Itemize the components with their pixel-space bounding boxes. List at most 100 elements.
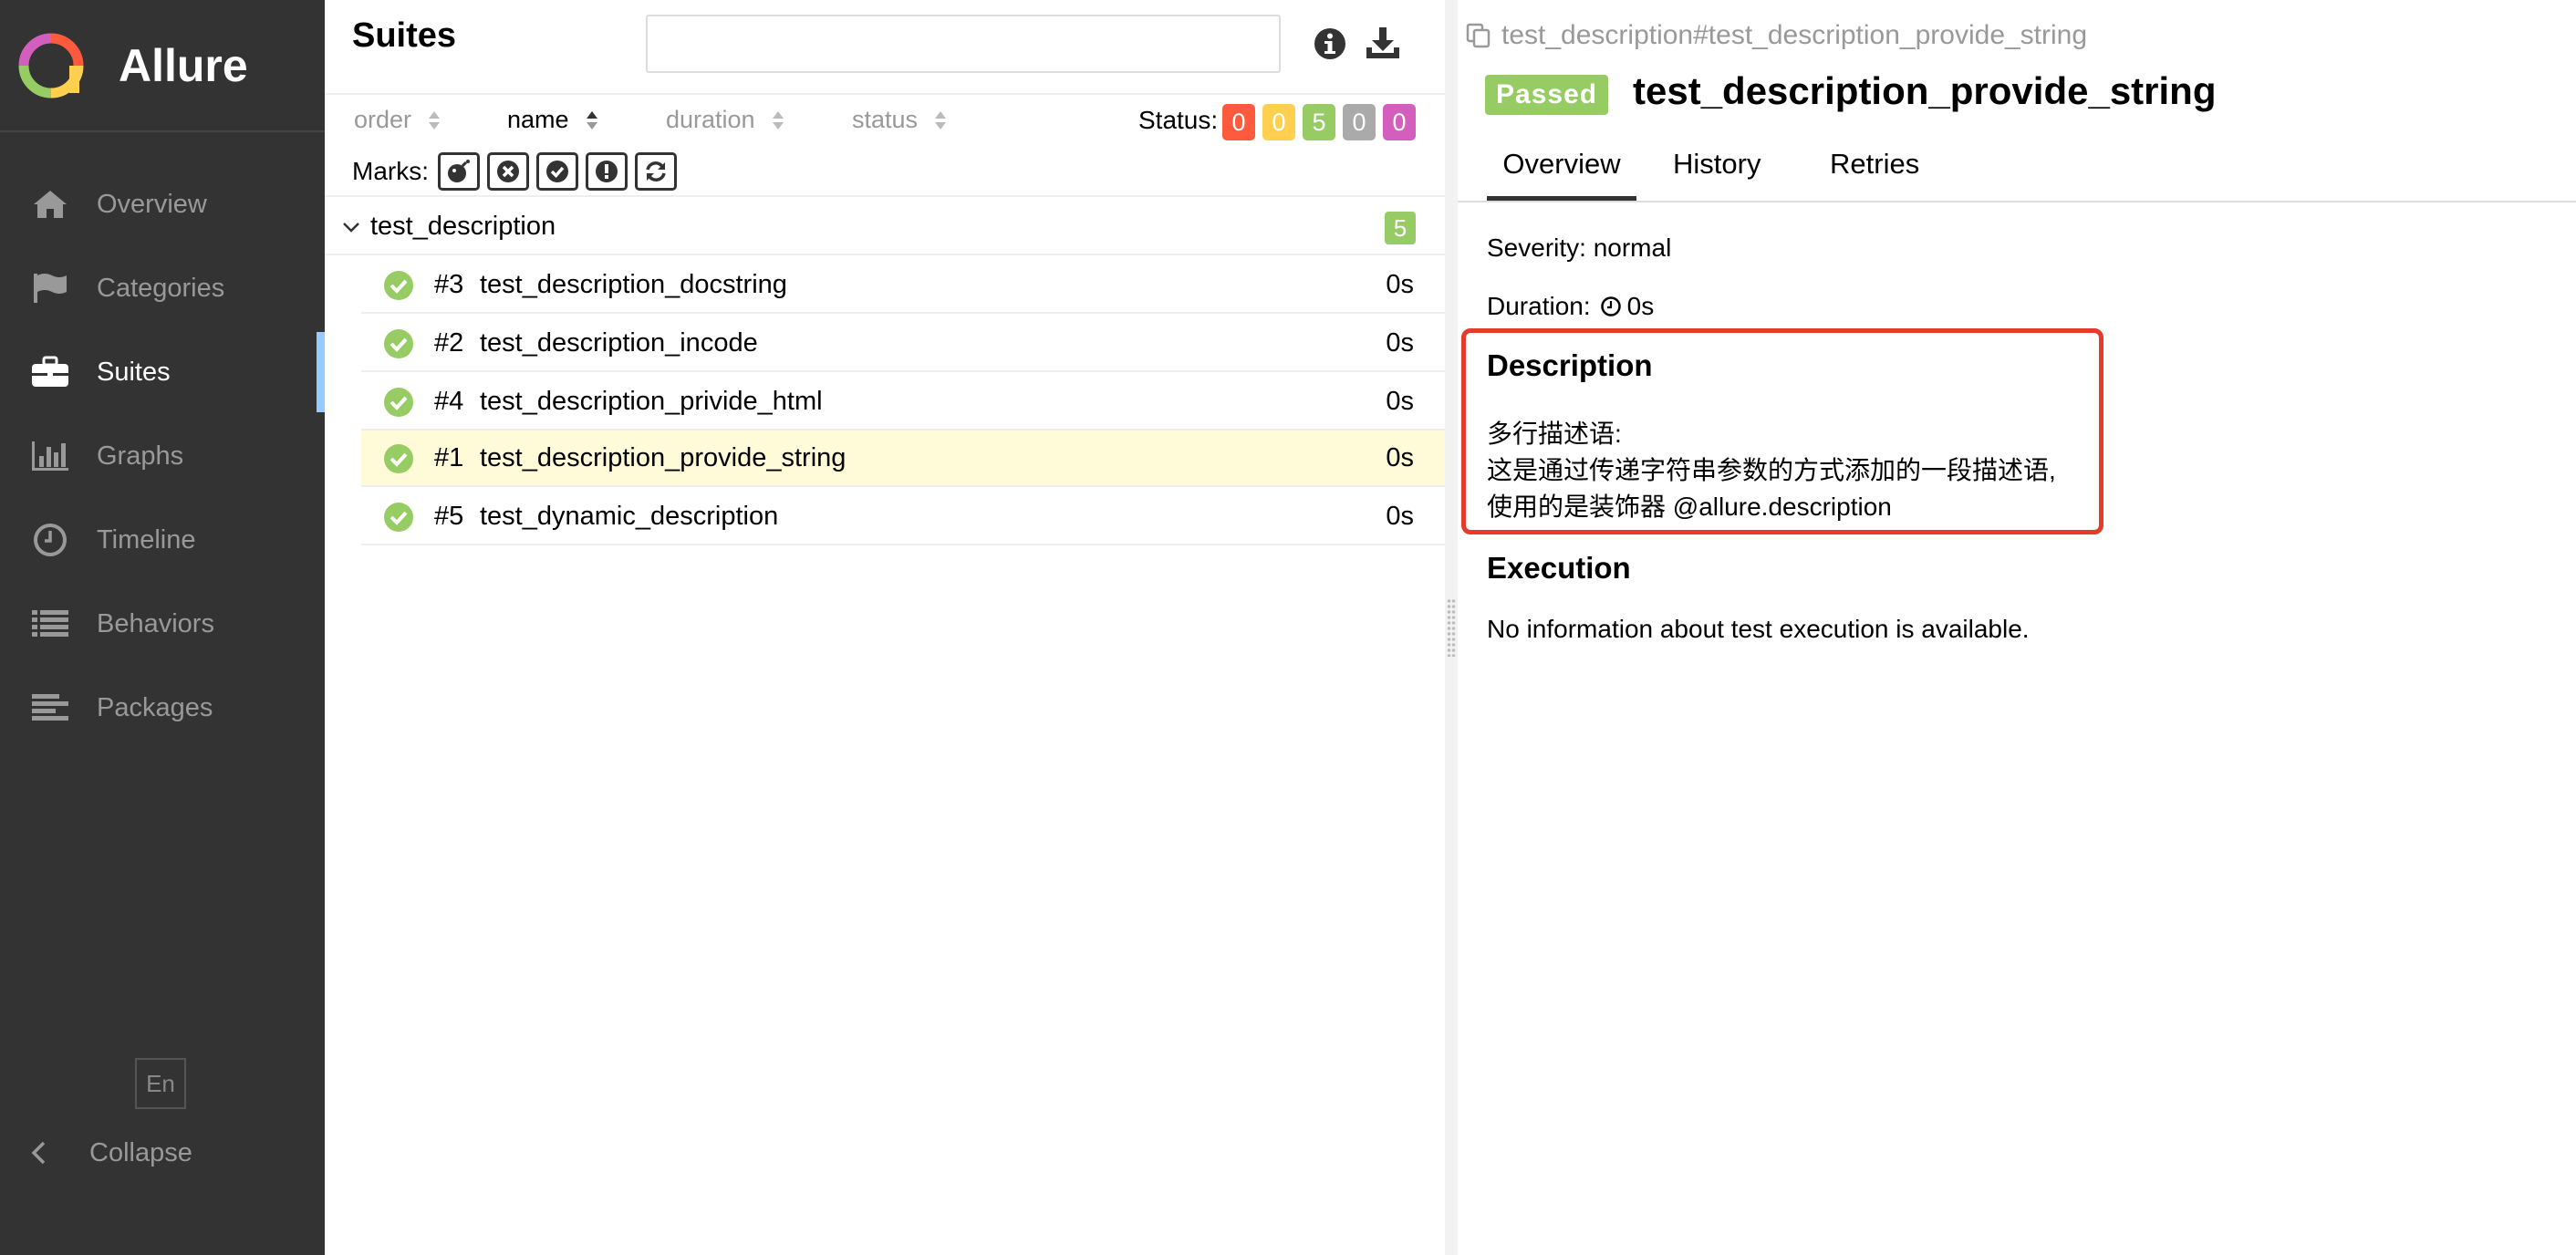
sort-label: status xyxy=(852,106,919,133)
sort-icon xyxy=(429,110,441,130)
test-number: #5 xyxy=(434,502,464,531)
briefcase-icon xyxy=(29,351,71,393)
test-name: test_dynamic_description xyxy=(480,502,779,531)
execution-title: Execution xyxy=(1487,551,1631,585)
passed-status-icon xyxy=(384,271,413,300)
passed-status-icon xyxy=(384,503,413,532)
sidebar-item-label: Timeline xyxy=(97,524,196,555)
duration-line: Duration: 0s xyxy=(1487,292,1654,321)
mark-new-passed-button[interactable] xyxy=(536,152,578,191)
tab-retries[interactable]: Retries xyxy=(1830,148,1919,201)
collapse-label: Collapse xyxy=(89,1137,192,1167)
sort-asc-icon xyxy=(586,110,597,130)
test-duration: 0s xyxy=(1386,443,1414,472)
test-title: test_description_provide_string xyxy=(1633,69,2217,112)
description-line: 多行描述语: xyxy=(1487,420,1622,448)
copy-icon[interactable] xyxy=(1465,22,1492,49)
test-number: #1 xyxy=(434,443,464,472)
tab-history[interactable]: History xyxy=(1673,148,1761,201)
status-broken-count[interactable]: 0 xyxy=(1262,104,1295,140)
test-row[interactable]: #3 test_description_docstring 0s xyxy=(361,257,1445,314)
suite-group-name: test_description xyxy=(370,212,556,241)
marks-toolbar: Marks: xyxy=(325,148,1445,197)
sidebar-item-graphs[interactable]: Graphs xyxy=(0,416,325,496)
sort-label: name xyxy=(507,106,569,133)
passed-status-icon xyxy=(384,388,413,417)
test-row-selected[interactable]: #1 test_description_provide_string 0s xyxy=(361,430,1445,487)
description-line: 这是通过传递字符串参数的方式添加的一段描述语, xyxy=(1487,456,2056,484)
brand-name: Allure xyxy=(119,39,248,91)
sort-status[interactable]: status xyxy=(852,106,947,134)
clock-icon xyxy=(29,519,71,561)
sidebar-item-label: Suites xyxy=(97,357,171,387)
sort-duration[interactable]: duration xyxy=(666,106,784,134)
sort-name[interactable]: name xyxy=(507,106,598,134)
description-line: 使用的是装饰器 @allure.description xyxy=(1487,493,1892,521)
test-number: #4 xyxy=(434,387,464,416)
tab-overview[interactable]: Overview xyxy=(1487,148,1636,201)
list-icon xyxy=(29,603,71,645)
status-unknown-count[interactable]: 0 xyxy=(1383,104,1416,140)
home-icon xyxy=(29,183,71,225)
mark-new-broken-button[interactable] xyxy=(586,152,628,191)
language-button[interactable]: En xyxy=(135,1058,186,1109)
sidebar-item-suites[interactable]: Suites xyxy=(0,332,325,412)
suite-group-count-badge: 5 xyxy=(1385,212,1416,244)
test-row[interactable]: #4 test_description_privide_html 0s xyxy=(361,374,1445,430)
suites-header: Suites xyxy=(325,0,1445,95)
sidebar-item-label: Packages xyxy=(97,692,213,722)
breadcrumb-text: test_description#test_description_provid… xyxy=(1501,20,2088,50)
clock-icon xyxy=(1600,296,1621,316)
check-circle-icon xyxy=(546,161,568,182)
mark-retries-button[interactable] xyxy=(635,152,677,191)
sidebar: Allure Overview Categories Suites Graphs xyxy=(0,0,325,1255)
test-name: test_description_provide_string xyxy=(480,443,847,472)
sort-order[interactable]: order xyxy=(354,106,441,134)
sidebar-item-label: Categories xyxy=(97,273,225,303)
mark-new-failed-button[interactable] xyxy=(487,152,529,191)
test-row[interactable]: #2 test_description_incode 0s xyxy=(361,316,1445,372)
chevron-left-icon xyxy=(31,1141,46,1165)
sidebar-item-label: Behaviors xyxy=(97,608,214,638)
duration-label: Duration: xyxy=(1487,292,1591,320)
sidebar-item-behaviors[interactable]: Behaviors xyxy=(0,584,325,664)
passed-status-icon xyxy=(384,329,413,358)
test-number: #2 xyxy=(434,328,464,358)
chevron-down-icon xyxy=(343,223,359,233)
download-icon[interactable] xyxy=(1363,24,1403,64)
align-left-icon xyxy=(29,687,71,729)
status-skipped-count[interactable]: 0 xyxy=(1343,104,1376,140)
search-input[interactable] xyxy=(646,15,1281,73)
brand[interactable]: Allure xyxy=(0,0,325,132)
sort-label: duration xyxy=(666,106,755,133)
test-duration: 0s xyxy=(1386,270,1414,299)
flag-icon xyxy=(29,267,71,309)
status-filter-label: Status: xyxy=(1138,106,1219,134)
test-duration: 0s xyxy=(1386,502,1414,531)
page-title: Suites xyxy=(352,16,457,55)
bomb-icon xyxy=(448,160,470,182)
status-badge: Passed xyxy=(1485,75,1609,115)
test-row[interactable]: #5 test_dynamic_description 0s xyxy=(361,489,1445,545)
status-passed-count[interactable]: 5 xyxy=(1303,104,1335,140)
info-icon[interactable] xyxy=(1310,24,1350,64)
sidebar-item-label: Graphs xyxy=(97,441,184,471)
sidebar-item-packages[interactable]: Packages xyxy=(0,668,325,748)
sort-label: order xyxy=(354,106,412,133)
sidebar-item-categories[interactable]: Categories xyxy=(0,248,325,328)
execution-text: No information about test execution is a… xyxy=(1487,615,2030,643)
test-name: test_description_incode xyxy=(480,328,758,358)
status-failed-count[interactable]: 0 xyxy=(1222,104,1255,140)
description-title: Description xyxy=(1487,348,1653,382)
sidebar-item-overview[interactable]: Overview xyxy=(0,164,325,244)
exclamation-circle-icon xyxy=(596,161,618,182)
mark-flaky-button[interactable] xyxy=(438,152,480,191)
breadcrumb: test_description#test_description_provid… xyxy=(1465,20,2087,51)
splitter-grip-handle[interactable] xyxy=(1447,598,1456,657)
sidebar-item-timeline[interactable]: Timeline xyxy=(0,500,325,580)
detail-tabs: Overview History Retries xyxy=(1458,137,2576,202)
test-name: test_description_docstring xyxy=(480,270,787,299)
suite-group-row[interactable]: test_description 5 xyxy=(325,199,1445,255)
severity-text: Severity: normal xyxy=(1487,233,1672,262)
collapse-button[interactable]: Collapse xyxy=(29,1131,192,1175)
